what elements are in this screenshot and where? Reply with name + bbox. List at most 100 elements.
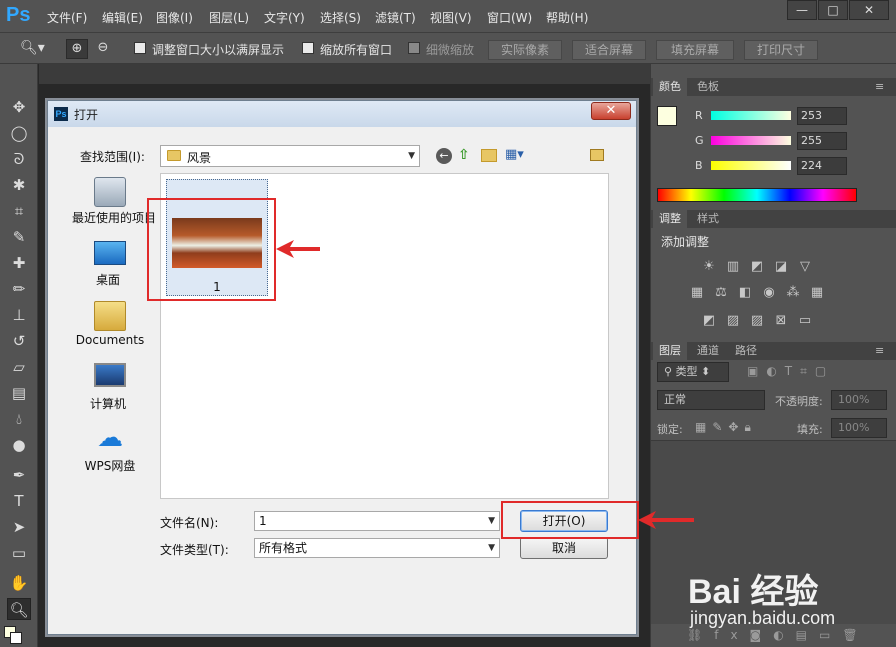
actual-pixels-button[interactable]: 实际像素 bbox=[488, 40, 562, 60]
levels-icon[interactable]: ▥ bbox=[725, 260, 741, 274]
fill-field[interactable]: 100% bbox=[831, 418, 887, 438]
magic-wand-icon[interactable]: ✱ bbox=[7, 174, 31, 196]
clone-stamp-icon[interactable]: ⊥ bbox=[7, 304, 31, 326]
menu-help[interactable]: 帮助(H) bbox=[546, 9, 588, 26]
place-wps-drive[interactable]: ☁ WPS网盘 bbox=[64, 423, 164, 483]
gradient-map-icon[interactable]: ▭ bbox=[797, 314, 813, 328]
exposure-icon[interactable]: ◪ bbox=[773, 260, 789, 274]
filename-dropdown-icon[interactable]: ▼ bbox=[488, 512, 495, 530]
print-size-button[interactable]: 打印尺寸 bbox=[744, 40, 818, 60]
view-menu-icon[interactable]: ▦▾ bbox=[505, 147, 531, 165]
dodge-icon[interactable]: ● bbox=[7, 434, 31, 456]
zoom-tool-icon[interactable]: 🔍︎ bbox=[7, 598, 31, 620]
tab-adjustments[interactable]: 调整 bbox=[653, 210, 687, 228]
healing-brush-icon[interactable]: ✚ bbox=[7, 252, 31, 274]
green-slider[interactable] bbox=[711, 136, 791, 145]
menu-select[interactable]: 选择(S) bbox=[320, 9, 361, 26]
dialog-close-button[interactable]: ✕ bbox=[591, 102, 631, 120]
color-fg-swatch[interactable] bbox=[657, 106, 677, 126]
menu-file[interactable]: 文件(F) bbox=[47, 9, 87, 26]
red-value[interactable]: 253 bbox=[797, 107, 847, 125]
folder-star-icon[interactable] bbox=[590, 149, 604, 161]
tab-paths[interactable]: 路径 bbox=[729, 342, 763, 360]
color-spectrum-ramp[interactable] bbox=[657, 188, 857, 202]
type-tool-icon[interactable]: T bbox=[7, 490, 31, 512]
filetype-select[interactable]: 所有格式 ▼ bbox=[254, 538, 500, 558]
back-icon[interactable]: ← bbox=[436, 148, 452, 164]
crop-icon[interactable]: ⌗ bbox=[7, 200, 31, 222]
blue-value[interactable]: 224 bbox=[797, 157, 847, 175]
tab-channels[interactable]: 通道 bbox=[691, 342, 725, 360]
menu-filter[interactable]: 滤镜(T) bbox=[375, 9, 416, 26]
threshold-icon[interactable]: ▨ bbox=[749, 314, 765, 328]
scrubby-zoom-checkbox[interactable] bbox=[408, 42, 420, 54]
tab-color[interactable]: 颜色 bbox=[653, 78, 687, 96]
menu-layer[interactable]: 图层(L) bbox=[209, 9, 249, 26]
invert-icon[interactable]: ◩ bbox=[701, 314, 717, 328]
gradient-icon[interactable]: ▤ bbox=[7, 382, 31, 404]
maximize-button[interactable]: □ bbox=[818, 0, 848, 20]
posterize-icon[interactable]: ▨ bbox=[725, 314, 741, 328]
black-white-icon[interactable]: ◧ bbox=[737, 286, 753, 300]
lock-icons[interactable]: ▦✎✥🔒︎ bbox=[695, 420, 757, 435]
fit-screen-button[interactable]: 适合屏幕 bbox=[572, 40, 646, 60]
history-brush-icon[interactable]: ↺ bbox=[7, 330, 31, 352]
cancel-button[interactable]: 取消 bbox=[520, 537, 608, 559]
zoom-in-icon[interactable]: ⊕ bbox=[66, 39, 88, 59]
rectangle-icon[interactable]: ▭ bbox=[7, 542, 31, 564]
dialog-title-bar: Ps 打开 ✕ bbox=[48, 101, 636, 127]
color-balance-icon[interactable]: ⚖ bbox=[713, 286, 729, 300]
blur-icon[interactable]: 💧︎ bbox=[7, 408, 31, 430]
place-documents[interactable]: Documents bbox=[64, 299, 164, 359]
fill-screen-button[interactable]: 填充屏幕 bbox=[656, 40, 734, 60]
selective-color-icon[interactable]: ⊠ bbox=[773, 314, 789, 328]
color-lookup-icon[interactable]: ▦ bbox=[809, 286, 825, 300]
green-value[interactable]: 255 bbox=[797, 132, 847, 150]
new-folder-icon[interactable] bbox=[481, 149, 497, 162]
place-computer[interactable]: 计算机 bbox=[64, 361, 164, 421]
zoom-tool-preset-icon[interactable]: 🔍︎▾ bbox=[20, 40, 50, 58]
path-selection-icon[interactable]: ➤ bbox=[7, 516, 31, 538]
up-folder-icon[interactable]: ⇧ bbox=[458, 147, 474, 165]
blue-slider[interactable] bbox=[711, 161, 791, 170]
layers-footer-icons[interactable]: ⛓fx◙◐▤▭🗑︎ bbox=[687, 628, 896, 644]
layers-menu-icon[interactable]: ≡ bbox=[875, 344, 884, 357]
red-slider[interactable] bbox=[711, 111, 791, 120]
move-tool-icon[interactable]: ✥ bbox=[7, 96, 31, 118]
tab-styles[interactable]: 样式 bbox=[691, 210, 725, 228]
look-in-combo[interactable]: 风景 ▼ bbox=[160, 145, 420, 167]
opacity-field[interactable]: 100% bbox=[831, 390, 887, 410]
layers-panel-tabs: 图层 通道 路径 ≡ bbox=[651, 342, 896, 360]
panel-menu-icon[interactable]: ≡ bbox=[875, 80, 884, 93]
channel-mixer-icon[interactable]: ⁂ bbox=[785, 286, 801, 300]
menu-image[interactable]: 图像(I) bbox=[156, 9, 193, 26]
menu-view[interactable]: 视图(V) bbox=[430, 9, 472, 26]
tab-layers[interactable]: 图层 bbox=[653, 342, 687, 360]
lasso-icon[interactable]: ᘐ bbox=[7, 148, 31, 170]
menu-type[interactable]: 文字(Y) bbox=[264, 9, 305, 26]
curves-icon[interactable]: ◩ bbox=[749, 260, 765, 274]
eyedropper-icon[interactable]: ✎ bbox=[7, 226, 31, 248]
window-close-button[interactable]: ✕ bbox=[849, 0, 889, 20]
elliptical-marquee-icon[interactable]: ◯ bbox=[7, 122, 31, 144]
filename-input[interactable]: 1 ▼ bbox=[254, 511, 500, 531]
hand-icon[interactable]: ✋ bbox=[7, 572, 31, 594]
brightness-icon[interactable]: ☀ bbox=[701, 260, 717, 274]
resize-windows-checkbox[interactable] bbox=[134, 42, 146, 54]
photo-filter-icon[interactable]: ◉ bbox=[761, 286, 777, 300]
eraser-icon[interactable]: ▱ bbox=[7, 356, 31, 378]
zoom-out-icon[interactable]: ⊖ bbox=[92, 39, 114, 59]
layer-kind-filter[interactable]: ⚲ 类型 ⬍ bbox=[657, 362, 729, 382]
layer-filter-icons[interactable]: ▣◐T⌗▢ bbox=[747, 364, 887, 380]
menu-window[interactable]: 窗口(W) bbox=[487, 9, 532, 26]
minimize-button[interactable]: — bbox=[787, 0, 817, 20]
brush-icon[interactable]: ✏ bbox=[7, 278, 31, 300]
blend-mode-select[interactable]: 正常 bbox=[657, 390, 765, 410]
menu-edit[interactable]: 编辑(E) bbox=[102, 9, 143, 26]
zoom-all-checkbox[interactable] bbox=[302, 42, 314, 54]
tab-swatches[interactable]: 色板 bbox=[691, 78, 725, 96]
hue-saturation-icon[interactable]: ▦ bbox=[689, 286, 705, 300]
background-color-swatch[interactable] bbox=[10, 632, 22, 644]
vibrance-icon[interactable]: ▽ bbox=[797, 260, 813, 274]
pen-icon[interactable]: ✒ bbox=[7, 464, 31, 486]
